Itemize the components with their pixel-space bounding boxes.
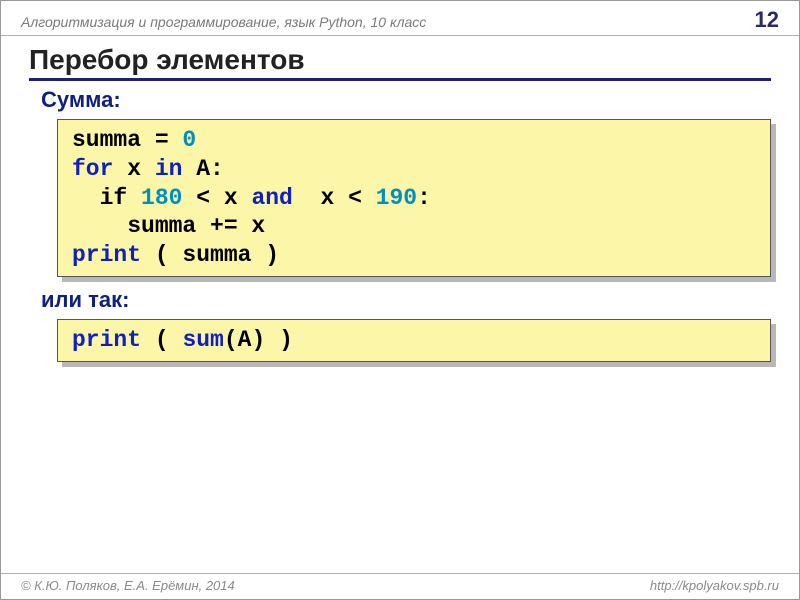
code-text: ( summa ) (141, 242, 279, 268)
code-text: x (113, 156, 154, 182)
code-number: 180 (141, 185, 182, 211)
slide-header: Алгоритмизация и программирование, язык … (1, 1, 799, 36)
code-builtin: print (72, 242, 141, 268)
footer-url: http://kpolyakov.spb.ru (650, 578, 779, 593)
footer-authors: © К.Ю. Поляков, Е.А. Ерёмин, 2014 (21, 578, 235, 593)
code-number: 190 (376, 185, 417, 211)
code-text: : (417, 185, 431, 211)
code-text: if (72, 185, 141, 211)
slide-content: Перебор элементов Сумма: summa = 0 for x… (1, 36, 799, 362)
slide-footer: © К.Ю. Поляков, Е.А. Ерёмин, 2014 http:/… (1, 573, 799, 599)
code-box: summa = 0 for x in A: if 180 < x and x <… (57, 119, 771, 277)
code-keyword: and (251, 185, 292, 211)
slide-title: Перебор элементов (29, 44, 771, 81)
course-title: Алгоритмизация и программирование, язык … (21, 14, 426, 30)
code-text: x < (293, 185, 376, 211)
code-box: print ( sum(A) ) (57, 319, 771, 362)
section-label-alt: или так: (41, 287, 771, 313)
code-text: summa = (72, 127, 182, 153)
section-label-sum: Сумма: (41, 87, 771, 113)
code-block-1: summa = 0 for x in A: if 180 < x and x <… (57, 119, 771, 277)
code-text: ( (141, 327, 182, 353)
code-text: A: (182, 156, 223, 182)
code-keyword: for (72, 156, 113, 182)
code-text: < x (182, 185, 251, 211)
page-number: 12 (755, 7, 779, 33)
code-text: summa += x (72, 213, 265, 239)
code-builtin: print (72, 327, 141, 353)
code-number: 0 (182, 127, 196, 153)
code-text: (A) ) (224, 327, 293, 353)
code-builtin: sum (182, 327, 223, 353)
code-block-2: print ( sum(A) ) (57, 319, 771, 362)
code-keyword: in (155, 156, 183, 182)
